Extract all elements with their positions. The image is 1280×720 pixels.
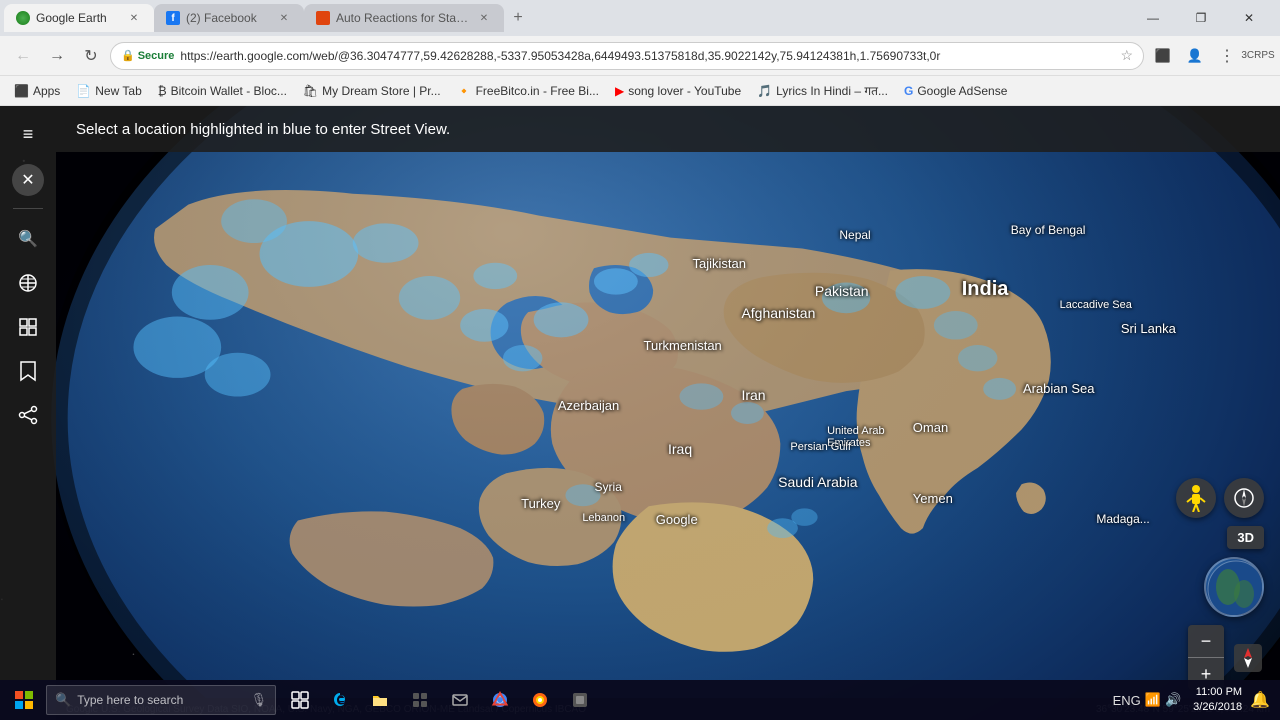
- start-button[interactable]: [4, 680, 44, 720]
- lang-icon[interactable]: ENG: [1113, 693, 1141, 708]
- compass-button[interactable]: [1224, 478, 1264, 518]
- forward-button[interactable]: →: [42, 41, 72, 71]
- extensions-button[interactable]: ⬛: [1148, 41, 1178, 71]
- ge-layers-button[interactable]: [10, 265, 46, 301]
- tab-close-facebook[interactable]: ✕: [276, 10, 292, 26]
- new-tab-button[interactable]: +: [504, 4, 532, 32]
- bookmarks-bar: ⬛ Apps 📄 New Tab ₿ Bitcoin Wallet - Bloc…: [0, 76, 1280, 106]
- restore-button[interactable]: ❐: [1178, 4, 1224, 32]
- ge-maps-button[interactable]: [10, 309, 46, 345]
- taskbar-icons: [282, 682, 598, 718]
- map-controls: 3D − +: [1176, 478, 1264, 690]
- taskbar-search-text: Type here to search: [77, 693, 183, 707]
- map-area[interactable]: India Sri Lanka Tajikistan Pakistan Afgh…: [0, 106, 1280, 720]
- edge-icon[interactable]: [322, 682, 358, 718]
- content-area: India Sri Lanka Tajikistan Pakistan Afgh…: [0, 106, 1280, 720]
- browser-frame: Google Earth ✕ f (2) Facebook ✕ Auto Rea…: [0, 0, 1280, 720]
- microphone-icon[interactable]: 🎙: [250, 692, 267, 708]
- view-3d-button[interactable]: 3D: [1227, 526, 1264, 549]
- sys-tray-icons: ENG 📶 🔊: [1105, 692, 1190, 708]
- pegman-button[interactable]: [1176, 478, 1216, 518]
- tab-auto-reactions[interactable]: Auto Reactions for Statu... ✕: [304, 4, 504, 32]
- sidebar-divider-1: [13, 208, 43, 209]
- secure-badge: 🔒 Secure: [121, 49, 174, 62]
- window-controls: — ❐ ✕: [1130, 4, 1276, 32]
- back-button[interactable]: ←: [8, 41, 38, 71]
- top-controls-row: [1176, 478, 1264, 518]
- start-menu-icon[interactable]: [402, 682, 438, 718]
- email-icon[interactable]: [442, 682, 478, 718]
- bookmark-youtube[interactable]: ▶ song lover - YouTube: [609, 82, 747, 100]
- toolbar: ← → ↻ 🔒 Secure https://earth.google.com/…: [0, 36, 1280, 76]
- extra-icon[interactable]: [562, 682, 598, 718]
- reload-button[interactable]: ↻: [76, 41, 106, 71]
- street-view-banner: Select a location highlighted in blue to…: [56, 106, 1280, 152]
- taskbar: 🔍 Type here to search 🎙: [0, 680, 1280, 720]
- title-bar: Google Earth ✕ f (2) Facebook ✕ Auto Rea…: [0, 0, 1280, 36]
- close-button[interactable]: ✕: [1226, 4, 1272, 32]
- tab-close-auto-reactions[interactable]: ✕: [476, 10, 492, 26]
- network-icon[interactable]: 📶: [1145, 692, 1161, 708]
- system-clock[interactable]: 11:00 PM 3/26/2018: [1193, 685, 1246, 716]
- toolbar-actions: ⬛ 👤 ⋮ 3CRPS: [1148, 41, 1272, 71]
- 3d-row: 3D: [1227, 526, 1264, 549]
- file-explorer-icon[interactable]: [362, 682, 398, 718]
- url-text: https://earth.google.com/web/@36.3047477…: [180, 49, 1114, 63]
- bookmark-freebitco[interactable]: 🔸 FreeBitco.in - Free Bi...: [451, 82, 605, 100]
- system-tray: ENG 📶 🔊 11:00 PM 3/26/2018 🔔: [1105, 685, 1276, 716]
- score-badge: 3CRPS: [1244, 41, 1272, 71]
- zoom-out-button[interactable]: −: [1188, 625, 1224, 657]
- bookmark-bitcoin[interactable]: ₿ Bitcoin Wallet - Bloc...: [152, 82, 293, 100]
- ge-sidebar: ≡ ✕ 🔍: [0, 106, 56, 720]
- mini-globe[interactable]: [1204, 557, 1264, 617]
- ge-search-button[interactable]: 🔍: [10, 221, 46, 257]
- taskbar-search-icon: 🔍: [55, 692, 71, 708]
- ge-bookmark-button[interactable]: [10, 353, 46, 389]
- bookmark-star-icon[interactable]: ☆: [1120, 47, 1133, 64]
- taskbar-search-box[interactable]: 🔍 Type here to search 🎙: [46, 685, 276, 715]
- bookmark-adsense[interactable]: G Google AdSense: [898, 82, 1013, 100]
- tab-close-google-earth[interactable]: ✕: [126, 10, 142, 26]
- profile-button[interactable]: 👤: [1180, 41, 1210, 71]
- task-view-button[interactable]: [282, 682, 318, 718]
- notification-icon[interactable]: 🔔: [1250, 690, 1270, 710]
- bookmark-dream-store[interactable]: 🛍 My Dream Store | Pr...: [297, 82, 447, 100]
- bookmark-new-tab[interactable]: 📄 New Tab: [70, 82, 147, 100]
- ge-menu-button[interactable]: ≡: [10, 116, 46, 152]
- tab-facebook[interactable]: f (2) Facebook ✕: [154, 4, 304, 32]
- mini-globe-row: [1204, 557, 1264, 617]
- bookmark-apps[interactable]: ⬛ Apps: [8, 82, 66, 100]
- minimize-button[interactable]: —: [1130, 4, 1176, 32]
- chrome-icon[interactable]: [482, 682, 518, 718]
- menu-button[interactable]: ⋮: [1212, 41, 1242, 71]
- ge-close-button[interactable]: ✕: [12, 164, 44, 196]
- tab-google-earth[interactable]: Google Earth ✕: [4, 4, 154, 32]
- north-arrow-icon[interactable]: [1232, 642, 1264, 674]
- lock-icon: 🔒: [121, 49, 135, 62]
- address-bar[interactable]: 🔒 Secure https://earth.google.com/web/@3…: [110, 42, 1144, 70]
- bookmark-lyrics[interactable]: 🎵 Lyrics In Hindi – गत...: [751, 80, 894, 101]
- ge-share-button[interactable]: [10, 397, 46, 433]
- volume-icon[interactable]: 🔊: [1165, 692, 1181, 708]
- firefox-icon[interactable]: [522, 682, 558, 718]
